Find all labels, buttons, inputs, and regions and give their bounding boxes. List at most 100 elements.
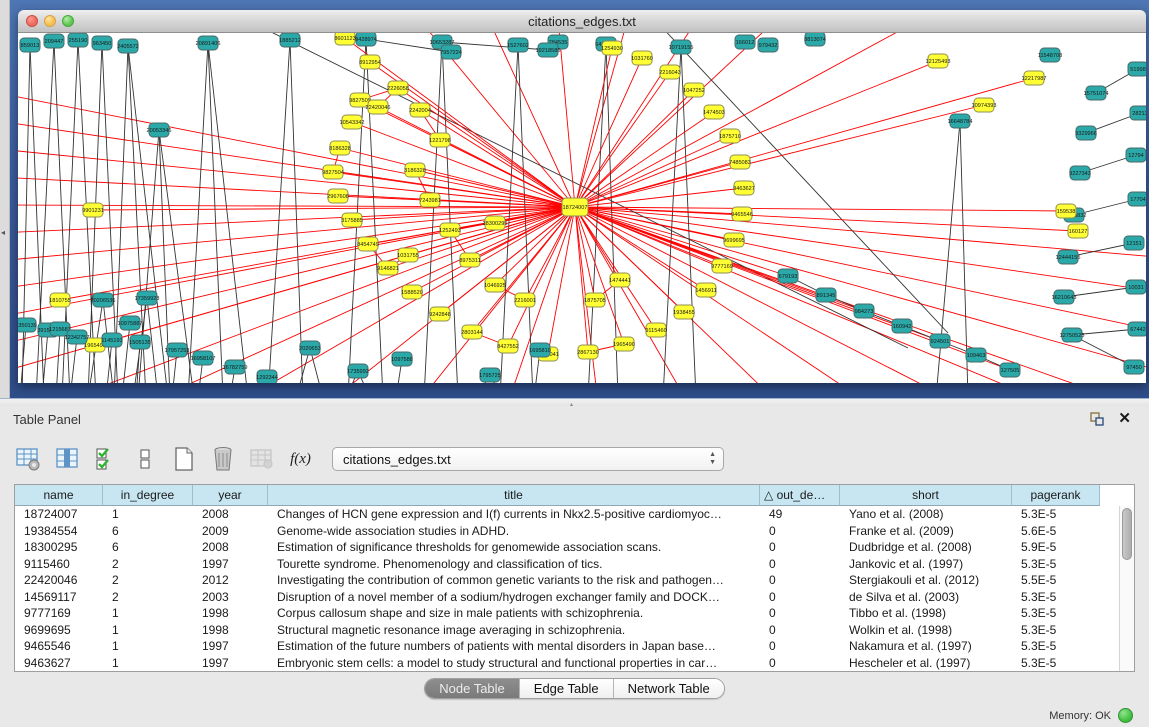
graph-node[interactable]: 10975887 bbox=[118, 316, 143, 330]
graph-node[interactable]: 1456911 bbox=[695, 283, 716, 297]
graph-node[interactable]: 1885212 bbox=[279, 33, 301, 47]
graph-node[interactable]: 28213 bbox=[1130, 106, 1146, 120]
red-edge[interactable] bbox=[18, 149, 575, 207]
table-vertical-scrollbar[interactable] bbox=[1119, 506, 1134, 671]
graph-node[interactable]: 7243981 bbox=[419, 193, 441, 207]
graph-node[interactable]: 12217987 bbox=[1022, 71, 1047, 85]
red-edge[interactable] bbox=[575, 61, 938, 207]
column-header[interactable]: year bbox=[193, 485, 268, 506]
graph-node[interactable]: 8454749 bbox=[357, 237, 379, 251]
graph-node[interactable]: 16210643 bbox=[1052, 290, 1077, 304]
red-edge[interactable] bbox=[575, 207, 588, 352]
row-boxes-icon[interactable] bbox=[131, 446, 158, 473]
graph-node[interactable]: 2967608 bbox=[327, 189, 349, 203]
graph-node[interactable]: 18300295 bbox=[483, 216, 508, 230]
graph-node[interactable]: 2803144 bbox=[461, 325, 483, 339]
red-edge[interactable] bbox=[575, 48, 612, 207]
column-header[interactable]: name bbox=[15, 485, 103, 506]
black-edge[interactable] bbox=[424, 42, 442, 383]
graph-node[interactable]: 1695810 bbox=[529, 343, 551, 357]
function-builder-icon[interactable]: f(x) bbox=[287, 446, 314, 473]
graph-node[interactable]: 9901231 bbox=[82, 203, 104, 217]
red-edge[interactable] bbox=[93, 207, 575, 210]
graph-node[interactable]: 1292344 bbox=[256, 370, 278, 383]
graph-node[interactable]: 12342757 bbox=[65, 330, 90, 344]
red-edge[interactable] bbox=[18, 121, 575, 207]
tab-edge-table[interactable]: Edge Table bbox=[519, 679, 613, 698]
graph-node[interactable]: 10031 bbox=[1126, 280, 1146, 294]
column-header[interactable]: △ out_de… bbox=[760, 485, 840, 506]
new-table-icon[interactable] bbox=[170, 446, 197, 473]
graph-node[interactable]: 1588520 bbox=[401, 285, 423, 299]
graph-node[interactable]: 9428974 bbox=[355, 33, 377, 46]
graph-node[interactable]: 1735992 bbox=[347, 364, 369, 378]
network-view-window[interactable]: citations_edges.txt 85901320944725519096… bbox=[18, 10, 1146, 383]
memory-status-indicator[interactable] bbox=[1118, 708, 1133, 723]
red-edge[interactable] bbox=[18, 177, 575, 207]
column-header[interactable]: pagerank bbox=[1012, 485, 1100, 506]
window-titlebar[interactable]: citations_edges.txt bbox=[18, 10, 1146, 33]
graph-node[interactable]: 7485083 bbox=[729, 155, 751, 169]
graph-node[interactable]: 1254930 bbox=[601, 41, 623, 55]
graph-node[interactable]: 963450 bbox=[92, 36, 112, 50]
graph-node[interactable]: 1795725 bbox=[479, 368, 501, 382]
graph-node[interactable]: 10543342 bbox=[340, 115, 365, 129]
graph-node[interactable]: 15751074 bbox=[1084, 86, 1109, 100]
red-edge[interactable] bbox=[575, 207, 788, 276]
graph-node[interactable]: 1527602 bbox=[507, 38, 529, 52]
graph-node[interactable]: 18724007 bbox=[562, 198, 588, 216]
column-header[interactable]: in_degree bbox=[103, 485, 193, 506]
table-row[interactable]: 1830029562008Estimation of significance … bbox=[15, 539, 1134, 556]
graph-node[interactable]: 160127 bbox=[1068, 224, 1088, 238]
graph-node[interactable]: 209447 bbox=[44, 34, 64, 48]
column-header[interactable]: title bbox=[268, 485, 760, 506]
red-edge[interactable] bbox=[420, 110, 575, 207]
graph-node[interactable]: 16648784 bbox=[948, 114, 973, 128]
graph-node[interactable]: 1145193 bbox=[101, 333, 122, 347]
graph-node[interactable]: 9465546 bbox=[731, 207, 753, 221]
graph-node[interactable]: 1097588 bbox=[391, 352, 413, 366]
graph-node[interactable]: 9242848 bbox=[429, 307, 451, 321]
table-row[interactable]: 1872400712008Changes of HCN gene express… bbox=[15, 506, 1134, 523]
graph-node[interactable]: 12151 bbox=[1124, 236, 1144, 250]
black-edge[interactable] bbox=[188, 43, 208, 383]
table-dropdown[interactable]: citations_edges.txt ▲▼ bbox=[332, 447, 724, 471]
collapsed-side-panel[interactable]: ◂ bbox=[0, 0, 10, 398]
graph-node[interactable]: 7957224 bbox=[440, 45, 462, 59]
graph-node[interactable]: 1965490 bbox=[613, 337, 635, 351]
graph-node[interactable]: 1046925 bbox=[484, 278, 506, 292]
graph-node[interactable]: 17359928 bbox=[135, 291, 160, 305]
graph-node[interactable]: 3186328 bbox=[404, 163, 426, 177]
graph-node[interactable]: 67442 bbox=[1128, 322, 1146, 336]
red-edge[interactable] bbox=[575, 58, 642, 207]
table-row[interactable]: 946554611997Estimation of the future num… bbox=[15, 638, 1134, 655]
graph-node[interactable]: 8813074 bbox=[804, 33, 826, 46]
panel-divider[interactable]: ▴ bbox=[0, 398, 1149, 406]
graph-node[interactable]: 20053346 bbox=[147, 123, 172, 137]
table-row[interactable]: 911546021997Tourette syndrome. Phenomeno… bbox=[15, 556, 1134, 573]
graph-node[interactable]: 255190 bbox=[68, 33, 88, 47]
black-edge[interactable] bbox=[102, 43, 118, 383]
table-settings-icon[interactable] bbox=[14, 446, 41, 473]
graph-node[interactable]: 17957253 bbox=[165, 343, 190, 357]
graph-node[interactable]: 2242004 bbox=[409, 103, 431, 117]
graph-node[interactable]: 9827504 bbox=[322, 165, 344, 179]
black-edge[interactable] bbox=[366, 39, 383, 383]
graph-node[interactable]: 1875710 bbox=[719, 129, 741, 143]
graph-node[interactable]: 16958107 bbox=[191, 351, 216, 365]
black-edge[interactable] bbox=[290, 40, 303, 383]
table-row[interactable]: 946362711997Embryonic stem cells: a mode… bbox=[15, 655, 1134, 672]
black-edge[interactable] bbox=[122, 323, 130, 383]
red-edge[interactable] bbox=[558, 33, 575, 207]
graph-node[interactable]: 9115460 bbox=[645, 323, 666, 337]
black-edge[interactable] bbox=[348, 39, 366, 383]
graph-node[interactable]: 8912954 bbox=[359, 55, 381, 69]
graph-node[interactable]: 1875705 bbox=[584, 293, 606, 307]
graph-node[interactable]: 9146821 bbox=[377, 261, 399, 275]
graph-node[interactable]: 9227343 bbox=[1069, 166, 1091, 180]
black-edge[interactable] bbox=[128, 46, 168, 383]
graph-node[interactable]: 17704 bbox=[1128, 192, 1146, 206]
graph-node[interactable]: 8427552 bbox=[497, 339, 519, 353]
graph-node[interactable]: 20206536 bbox=[91, 293, 116, 307]
graph-node[interactable]: 8186328 bbox=[329, 141, 351, 155]
